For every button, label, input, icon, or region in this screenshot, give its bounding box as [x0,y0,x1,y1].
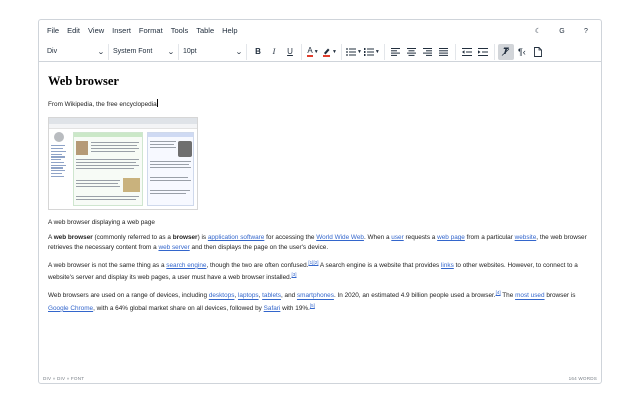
italic-button[interactable]: I [266,44,282,60]
menu-format[interactable]: Format [135,23,167,39]
bold-text: browser [172,234,198,242]
chevron-down-icon: ▼ [313,48,319,55]
link[interactable]: web page [437,234,465,241]
citation-ref[interactable]: [3] [291,272,296,277]
chevron-down-icon: ▼ [356,48,362,55]
chevron-down-icon: ▼ [332,48,337,55]
chevron-down-icon: ⌄ [97,48,105,56]
help-icon[interactable]: ? [581,28,591,35]
menu-tools[interactable]: Tools [167,23,193,39]
menu-insert[interactable]: Insert [108,23,135,39]
bullet-list-icon [346,47,356,56]
bullet-list-button[interactable]: ▼ [345,44,363,60]
document-subtitle: From Wikipedia, the free encyclopedia [48,99,158,108]
align-left-button[interactable] [388,44,404,60]
block-format-select[interactable]: Div ⌄ [43,43,109,60]
link[interactable]: Safari [264,305,281,312]
link[interactable]: search engine [166,262,206,269]
link[interactable]: tablets [262,293,281,300]
align-left-icon [391,47,401,56]
highlighter-icon [323,48,330,57]
editor-content[interactable]: Web browser From Wikipedia, the free enc… [39,62,601,375]
element-path[interactable]: DIV » DIV » FONT [43,376,84,381]
chevron-down-icon: ⌄ [167,48,175,56]
align-justify-icon [439,47,449,56]
font-family-select[interactable]: System Font ⌄ [109,43,179,60]
format-group: B I U [247,43,302,60]
citation-ref[interactable]: [5] [310,303,315,308]
highlight-color-button[interactable]: ▼ [321,44,338,60]
link[interactable]: smartphones [297,293,334,300]
menu-edit[interactable]: Edit [63,23,84,39]
chevron-down-icon: ▼ [374,48,380,55]
align-justify-button[interactable] [436,44,452,60]
link[interactable]: website [515,234,537,241]
outdent-icon [461,47,472,56]
indent-icon [477,47,488,56]
list-group: ▼ ▼ [342,43,385,60]
block-format-value: Div [47,48,58,55]
bold-text: web browser [53,234,93,242]
bold-button[interactable]: B [250,44,266,60]
link[interactable]: links [441,262,454,269]
link[interactable]: web server [158,244,189,251]
link[interactable]: user [391,234,403,241]
paragraph-2: A web browser is not the same thing as a… [48,259,578,282]
menu-help[interactable]: Help [218,23,241,39]
citation-ref[interactable]: [4] [496,290,501,295]
align-center-icon [407,47,417,56]
g-icon[interactable]: G [557,28,567,35]
link[interactable]: Google Chrome [48,305,93,312]
new-document-button[interactable] [530,44,546,60]
image-caption: A web browser displaying a web page [48,219,155,227]
show-paragraphs-button[interactable]: ¶‹ [514,44,530,60]
word-count[interactable]: 164 WORDS [569,376,597,381]
font-size-value: 10pt [183,48,197,55]
document-icon [533,46,542,57]
misc-group: ¶‹ [495,43,549,60]
align-group [385,43,456,60]
paragraph-1: A web browser (commonly referred to as a… [48,234,587,251]
link[interactable]: application software [208,234,264,241]
align-right-button[interactable] [420,44,436,60]
link[interactable]: desktops [209,293,235,300]
document-title: Web browser [48,74,119,88]
browser-screenshot-image [48,117,198,211]
menubar-right-icons: ☾ G ? [533,20,591,42]
indent-button[interactable] [475,44,491,60]
link[interactable]: laptops [238,293,259,300]
underline-button[interactable]: U [282,44,298,60]
numbered-list-button[interactable]: ▼ [363,44,381,60]
pilcrow-icon: ¶‹ [517,46,526,57]
text-cursor [156,99,158,107]
menu-file[interactable]: File [43,23,63,39]
paragraph-3: Web browsers are used on a range of devi… [48,290,576,312]
chevron-down-icon: ⌄ [235,48,243,56]
font-family-value: System Font [113,48,153,55]
outdent-button[interactable] [459,44,475,60]
toolbar: Div ⌄ System Font ⌄ 10pt ⌄ B I U A ▼ ▼ ▼… [39,42,601,62]
text-color-icon: A [307,45,313,57]
link[interactable]: most used [515,293,544,300]
numbered-list-icon [363,47,374,56]
rich-text-editor: File Edit View Insert Format Tools Table… [38,19,602,384]
color-group: A ▼ ▼ [302,43,342,60]
wikipedia-logo-icon [54,132,64,143]
indent-group [456,43,495,60]
clear-format-icon [501,47,510,56]
align-right-icon [423,47,433,56]
menubar: File Edit View Insert Format Tools Table… [39,20,601,42]
link[interactable]: World Wide Web [316,234,364,241]
menu-view[interactable]: View [84,23,108,39]
text-color-button[interactable]: A ▼ [305,44,321,60]
moon-icon[interactable]: ☾ [533,27,543,35]
statusbar: DIV » DIV » FONT 164 WORDS [39,373,601,383]
clear-format-button[interactable] [497,43,514,60]
align-center-button[interactable] [404,44,420,60]
font-size-select[interactable]: 10pt ⌄ [179,43,247,60]
menu-table[interactable]: Table [192,23,218,39]
citation-ref[interactable]: [2] [313,260,318,265]
